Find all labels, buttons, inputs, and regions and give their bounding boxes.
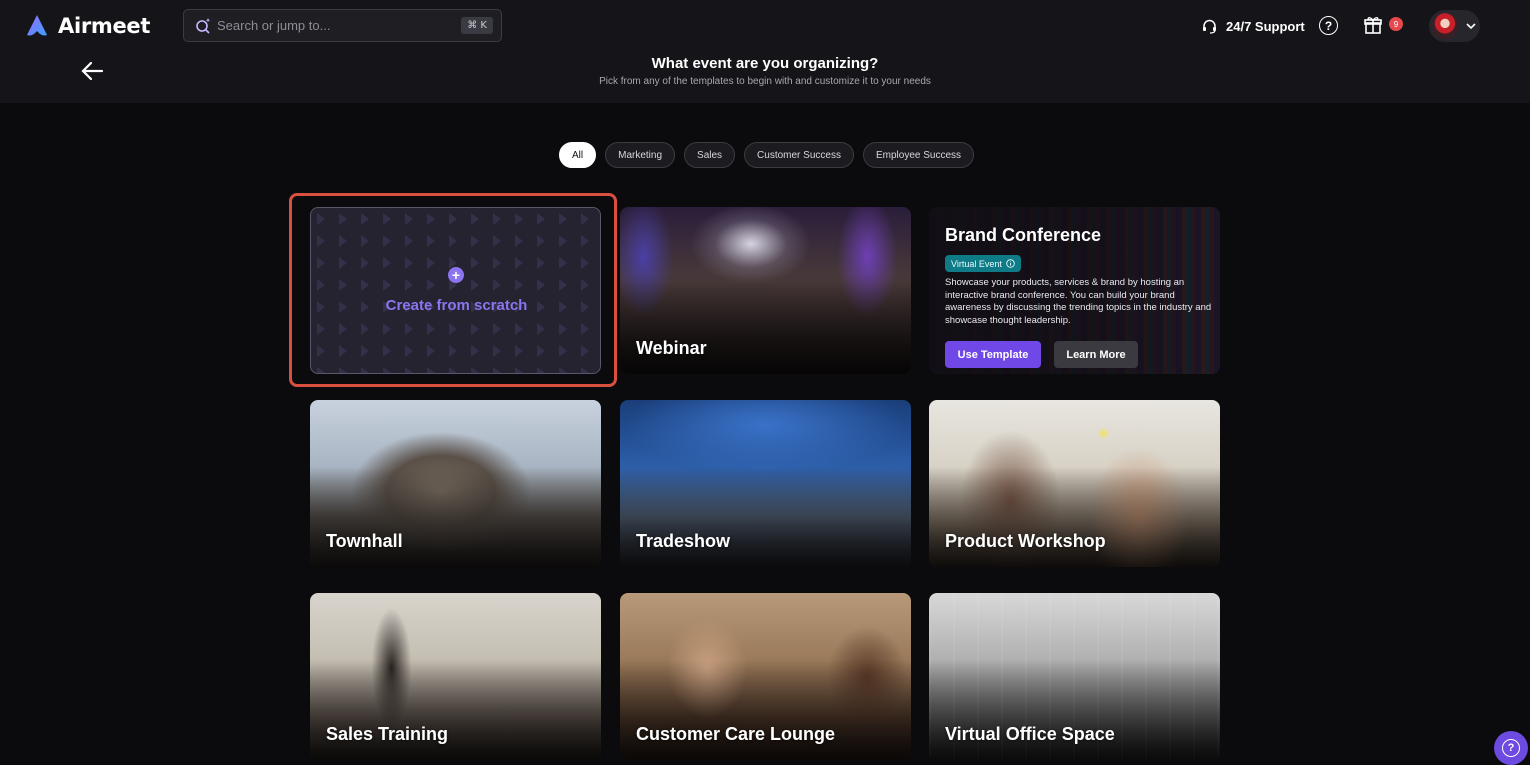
chevron-down-icon bbox=[1466, 23, 1476, 30]
virtual-event-badge: Virtual Event bbox=[945, 255, 1021, 272]
support-button[interactable]: 24/7 Support bbox=[1201, 15, 1305, 37]
search-input[interactable] bbox=[217, 18, 462, 33]
template-card-virtual-office-space[interactable]: Virtual Office Space bbox=[929, 593, 1220, 760]
template-label: Product Workshop bbox=[945, 531, 1106, 551]
template-card-tradeshow[interactable]: Tradeshow bbox=[620, 400, 911, 567]
template-card-brand-conference[interactable]: Brand Conference Virtual Event Showcase … bbox=[929, 207, 1220, 374]
learn-more-button[interactable]: Learn More bbox=[1054, 341, 1138, 368]
search-box[interactable]: ⌘ K bbox=[183, 9, 502, 42]
app-name: Airmeet bbox=[58, 14, 151, 38]
template-card-townhall[interactable]: Townhall bbox=[310, 400, 601, 567]
triangle-pattern bbox=[311, 208, 600, 373]
plus-icon: + bbox=[448, 267, 464, 283]
profile-menu[interactable] bbox=[1429, 10, 1480, 42]
support-label: 24/7 Support bbox=[1226, 18, 1305, 34]
template-label: Townhall bbox=[326, 531, 403, 551]
page-subtitle: Pick from any of the templates to begin … bbox=[599, 76, 931, 87]
template-card-webinar[interactable]: Webinar bbox=[620, 207, 911, 374]
filter-marketing[interactable]: Marketing bbox=[605, 142, 676, 168]
question-icon: ? bbox=[1502, 739, 1520, 757]
filter-employee-success[interactable]: Employee Success bbox=[862, 142, 975, 168]
template-card-sales-training[interactable]: Sales Training bbox=[310, 593, 601, 760]
gift-icon[interactable] bbox=[1363, 15, 1383, 35]
template-label: Webinar bbox=[636, 338, 707, 358]
filter-all[interactable]: All bbox=[559, 142, 597, 168]
page-title: What event are you organizing? bbox=[651, 55, 879, 72]
brand-title: Brand Conference bbox=[945, 225, 1102, 245]
template-card-product-workshop[interactable]: Product Workshop bbox=[929, 400, 1220, 567]
headset-icon bbox=[1203, 19, 1216, 34]
notification-badge: 9 bbox=[1389, 17, 1403, 31]
template-label: Sales Training bbox=[326, 724, 449, 744]
template-label: Customer Care Lounge bbox=[636, 724, 836, 744]
airmeet-logo-icon bbox=[27, 15, 47, 36]
template-card-customer-care-lounge[interactable]: Customer Care Lounge bbox=[620, 593, 911, 760]
airmeet-logo[interactable]: Airmeet bbox=[24, 12, 150, 40]
search-shortcut: ⌘ K bbox=[461, 17, 493, 34]
template-label: Tradeshow bbox=[636, 531, 731, 551]
brand-description: Showcase your products, services & brand… bbox=[945, 277, 1212, 326]
avatar bbox=[1432, 13, 1458, 39]
sparkle-search-icon bbox=[196, 17, 211, 34]
filter-customer-success[interactable]: Customer Success bbox=[744, 142, 854, 168]
use-template-button[interactable]: Use Template bbox=[945, 341, 1041, 368]
filter-sales[interactable]: Sales bbox=[684, 142, 736, 168]
help-icon[interactable]: ? bbox=[1319, 16, 1338, 35]
badge-label: Virtual Event bbox=[951, 258, 1002, 269]
create-from-scratch-label: Create from scratch bbox=[385, 297, 528, 314]
help-chat-button[interactable]: ? bbox=[1494, 731, 1528, 765]
create-from-scratch-card[interactable]: + Create from scratch bbox=[310, 207, 601, 374]
info-icon bbox=[1006, 259, 1015, 268]
category-filters: All Marketing Sales Customer Success Emp… bbox=[559, 142, 975, 168]
template-label: Virtual Office Space bbox=[945, 724, 1115, 744]
